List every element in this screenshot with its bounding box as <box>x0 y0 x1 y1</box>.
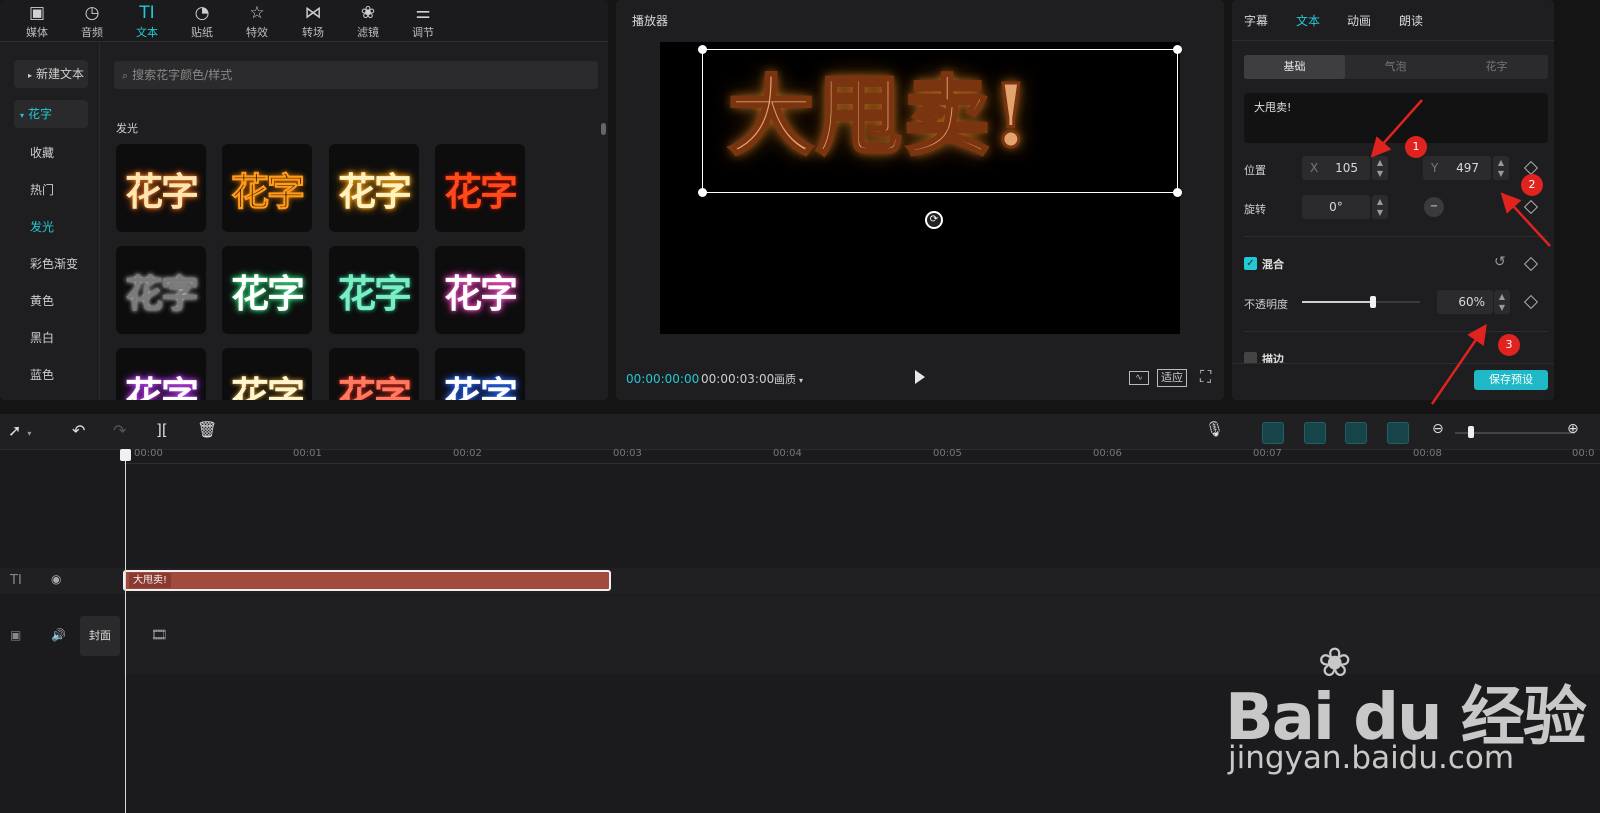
film-icon: 🎞 <box>151 628 168 643</box>
magnet-button[interactable] <box>1304 422 1326 444</box>
preview-axis-button[interactable] <box>1387 422 1409 444</box>
text-clip[interactable]: 大甩卖! <box>123 570 611 591</box>
ruler-label: 00:04 <box>773 448 802 459</box>
volume-icon[interactable]: 🔊 <box>51 628 66 642</box>
video-track-icon: ▣ <box>10 628 22 642</box>
delete-icon[interactable]: 🗑 <box>197 420 217 439</box>
text-track-icon: TI <box>10 573 22 588</box>
ruler-label: 00:03 <box>613 448 642 459</box>
ruler-label: 00:01 <box>293 448 322 459</box>
ruler-label: 00:08 <box>1413 448 1442 459</box>
ruler-label: 00:00 <box>134 448 163 459</box>
timeline-ruler[interactable] <box>124 450 1600 464</box>
microphone-icon[interactable]: 🎙 <box>1205 420 1224 438</box>
ruler-label: 00:0 <box>1572 448 1595 459</box>
undo-icon[interactable]: ↶ <box>72 421 85 440</box>
paw-icon: ❀ <box>1318 640 1352 686</box>
ruler-label: 00:02 <box>453 448 482 459</box>
ruler-label: 00:05 <box>933 448 962 459</box>
zoom-in-icon[interactable]: ⊕ <box>1567 421 1579 437</box>
text-clip-label: 大甩卖! <box>129 573 172 588</box>
zoom-slider-thumb[interactable] <box>1468 426 1474 438</box>
select-tool-icon[interactable]: ➚ ▾ <box>8 421 31 440</box>
video-track <box>124 596 1600 674</box>
zoom-out-icon[interactable]: ⊖ <box>1432 421 1444 437</box>
chevron-down-icon: ▾ <box>27 429 32 438</box>
baidu-watermark-url: jingyan.baidu.com <box>1228 740 1515 776</box>
annotation-arrow-3 <box>1430 323 1487 405</box>
playhead[interactable] <box>125 452 126 813</box>
annotation-marker-2: 2 <box>1521 174 1543 196</box>
ruler-label: 00:07 <box>1253 448 1282 459</box>
split-icon[interactable]: ][ <box>156 421 168 439</box>
annotation-arrow-2 <box>1500 192 1551 247</box>
snap-button[interactable] <box>1345 422 1367 444</box>
annotation-marker-3: 3 <box>1498 334 1520 356</box>
ruler-label: 00:06 <box>1093 448 1122 459</box>
redo-icon[interactable]: ↷ <box>113 421 126 440</box>
annotation-marker-1: 1 <box>1405 136 1427 158</box>
cover-button[interactable]: 封面 <box>80 616 120 656</box>
eye-icon[interactable]: ◉ <box>51 572 61 586</box>
link-clips-button[interactable] <box>1262 422 1284 444</box>
playhead-handle[interactable] <box>120 449 131 461</box>
